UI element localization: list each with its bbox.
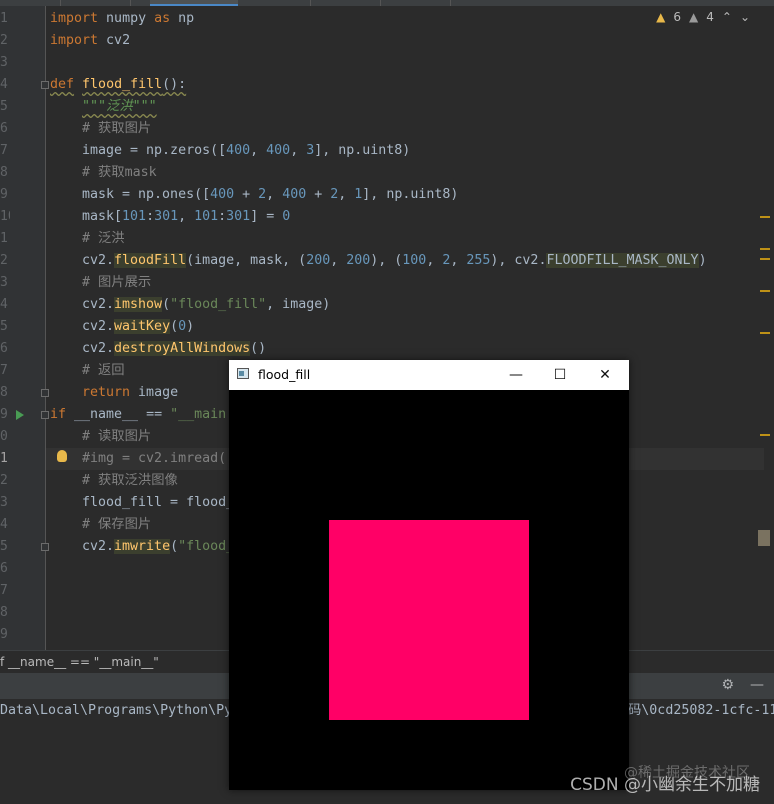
line-number: 7 <box>0 363 8 378</box>
line-number: 8 <box>0 165 8 180</box>
error-stripe-marker[interactable] <box>760 216 770 218</box>
code-line: cv2.imwrite("flood_ <box>82 539 235 554</box>
code-line: if __name__ == "__main <box>50 407 227 422</box>
line-number: 2 <box>0 33 8 48</box>
code-line: """泛洪""" <box>82 99 157 114</box>
chevron-down-icon[interactable]: ⌄ <box>740 10 750 24</box>
run-panel-controls: ⚙ — <box>721 677 764 693</box>
window-title: flood_fill <box>258 367 311 382</box>
code-line: cv2.imshow("flood_fill", image) <box>82 297 331 312</box>
inspection-widget[interactable]: ▲ 6 ▲ 4 ⌃ ⌄ <box>656 10 750 24</box>
line-number: 8 <box>0 605 8 620</box>
line-number: 4 <box>0 297 8 312</box>
window-app-icon <box>237 368 249 379</box>
line-number: 9 <box>0 627 8 642</box>
code-line: # 泛洪 <box>82 231 125 246</box>
code-line: # 获取图片 <box>82 121 152 136</box>
line-number: 1 <box>0 451 8 466</box>
code-line: cv2.floodFill(image, mask, (200, 200), (… <box>82 253 707 268</box>
gutter-divider <box>45 6 46 650</box>
code-line: flood_fill = flood_ <box>82 495 235 510</box>
line-number: 3 <box>0 495 8 510</box>
fold-marker-icon[interactable] <box>41 389 49 397</box>
code-line: #img = cv2.imread( <box>82 451 227 466</box>
line-number: 7 <box>0 583 8 598</box>
window-title-bar[interactable]: flood_fill — ☐ ✕ <box>229 360 629 390</box>
image-canvas <box>229 390 629 790</box>
code-line: image = np.zeros([400, 400, 3], np.uint8… <box>82 143 411 158</box>
weak-warning-count: 4 <box>706 10 714 24</box>
error-stripe-marker[interactable] <box>760 434 770 436</box>
line-number: 8 <box>0 385 8 400</box>
maximize-button[interactable]: ☐ <box>537 360 583 390</box>
code-line: cv2.waitKey(0) <box>82 319 195 334</box>
lightbulb-icon[interactable] <box>57 450 67 462</box>
code-line: import numpy as np <box>50 11 195 26</box>
line-number: 6 <box>0 121 8 136</box>
opencv-window[interactable]: flood_fill — ☐ ✕ <box>229 360 629 790</box>
code-line: # 读取图片 <box>82 429 152 444</box>
line-number: 5 <box>0 539 8 554</box>
line-number: 9 <box>0 407 8 422</box>
line-number: 1 <box>0 231 8 246</box>
line-number: 7 <box>0 143 8 158</box>
code-line: def flood_fill(): <box>50 77 187 92</box>
error-stripe-marker[interactable] <box>760 248 770 250</box>
editor-tab[interactable] <box>250 0 311 6</box>
fold-marker-icon[interactable] <box>41 81 49 89</box>
line-number: 0 <box>0 429 8 444</box>
line-number: 9 <box>0 187 8 202</box>
error-stripe-marker[interactable] <box>760 258 770 260</box>
gear-icon[interactable]: ⚙ <box>721 677 734 693</box>
console-path-right: 码\0cd25082-1cfc-11 <box>628 703 774 718</box>
minus-icon[interactable]: — <box>750 677 764 693</box>
line-number: 3 <box>0 275 8 290</box>
line-number: 10 <box>0 209 10 224</box>
editor-tab-bar <box>0 0 774 6</box>
code-line: # 图片展示 <box>82 275 152 290</box>
error-stripe-marker[interactable] <box>760 332 770 334</box>
editor-tab[interactable] <box>390 0 451 6</box>
code-line: return image <box>82 385 179 400</box>
editor-tab[interactable] <box>320 0 381 6</box>
line-number: 1 <box>0 11 8 26</box>
code-line: import cv2 <box>50 33 131 48</box>
watermark-csdn: CSDN @小幽余生不加糖 <box>570 775 760 795</box>
editor-tab-active[interactable] <box>150 0 238 6</box>
code-line: # 获取泛洪图像 <box>82 473 178 488</box>
fold-marker-icon[interactable] <box>41 411 49 419</box>
line-number: 5 <box>0 99 8 114</box>
code-line: # 获取mask <box>82 165 157 180</box>
code-line: # 返回 <box>82 363 125 378</box>
scrollbar-thumb[interactable] <box>758 530 770 546</box>
close-button[interactable]: ✕ <box>582 360 628 390</box>
editor-tab[interactable] <box>70 0 131 6</box>
warning-count: 6 <box>673 10 681 24</box>
line-number: 2 <box>0 473 8 488</box>
chevron-up-icon[interactable]: ⌃ <box>722 10 732 24</box>
error-stripe-marker[interactable] <box>760 290 770 292</box>
line-number: 6 <box>0 341 8 356</box>
minimize-button[interactable]: — <box>493 360 539 390</box>
run-arrow-icon[interactable] <box>16 410 24 420</box>
line-number: 5 <box>0 319 8 334</box>
weak-warning-icon: ▲ <box>689 10 699 24</box>
line-number: 2 <box>0 253 8 268</box>
filled-square <box>329 520 529 720</box>
line-number: 6 <box>0 561 8 576</box>
fold-marker-icon[interactable] <box>41 543 49 551</box>
line-number: 3 <box>0 55 8 70</box>
code-line: cv2.destroyAllWindows() <box>82 341 267 356</box>
line-number: 4 <box>0 517 8 532</box>
code-line: # 保存图片 <box>82 517 152 532</box>
console-path-left: Data\Local\Programs\Python\Py <box>0 703 233 718</box>
line-number: 4 <box>0 77 8 92</box>
warning-icon: ▲ <box>656 10 666 24</box>
code-line: mask[101:301, 101:301] = 0 <box>82 209 291 224</box>
code-line: mask = np.ones([400 + 2, 400 + 2, 1], np… <box>82 187 459 202</box>
